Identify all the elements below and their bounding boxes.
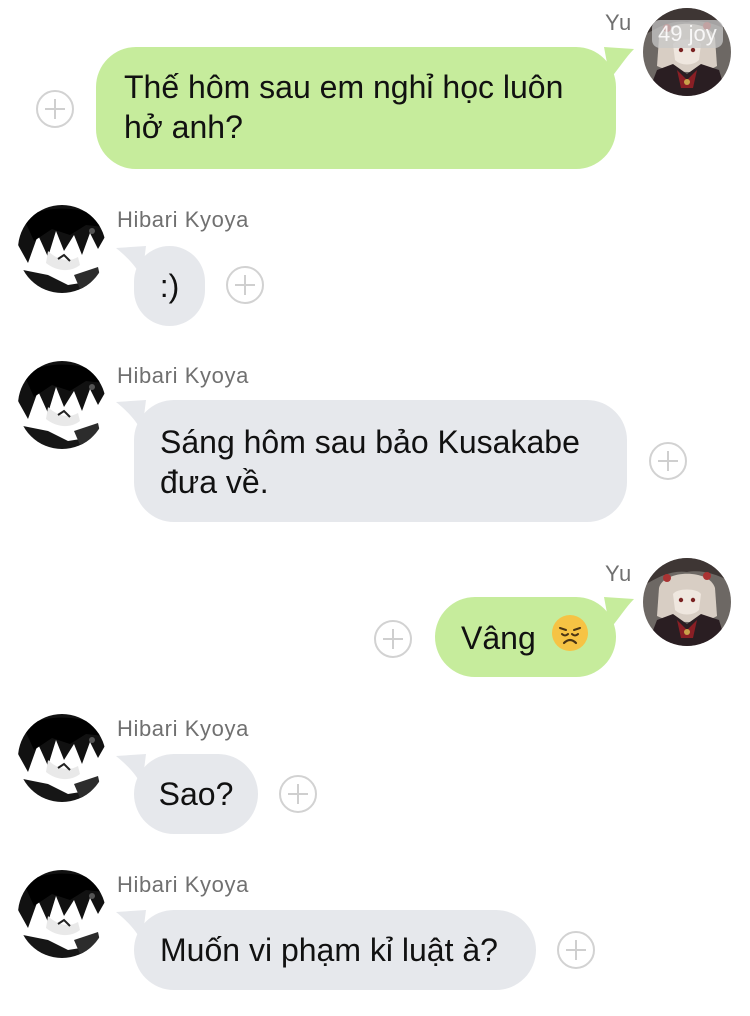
message-bubble[interactable]: :) [134, 246, 205, 326]
plus-circle-icon[interactable] [226, 266, 264, 304]
message-bubble[interactable]: Sao? [134, 754, 258, 834]
message-text: Muốn vi phạm kỉ luật à? [160, 932, 498, 968]
sender-name: Hibari Kyoya [117, 363, 249, 388]
avatar-hibari-kyoya[interactable] [18, 870, 106, 958]
sender-name: Hibari Kyoya [117, 207, 249, 232]
message-text: :) [159, 268, 180, 304]
avatar-hibari-kyoya[interactable] [18, 714, 106, 802]
message-text: Sao? [158, 776, 234, 812]
sender-name: Yu [605, 561, 632, 586]
message-bubble[interactable]: Vâng [435, 597, 616, 677]
bubble-tail [604, 597, 634, 629]
message-bubble[interactable]: Thế hôm sau em nghỉ học luôn hở anh? [96, 47, 616, 169]
plus-circle-icon[interactable] [279, 775, 317, 813]
sender-name: Yu [605, 10, 632, 35]
bubble-tail [604, 47, 634, 79]
sender-name: Hibari Kyoya [117, 716, 249, 741]
sad-face-emoji-icon [551, 614, 589, 661]
plus-circle-icon[interactable] [557, 931, 595, 969]
avatar-yu[interactable] [643, 558, 731, 646]
avatar-hibari-kyoya[interactable] [18, 361, 106, 449]
message-text: Vâng [461, 619, 536, 656]
plus-circle-icon[interactable] [36, 90, 74, 128]
plus-circle-icon[interactable] [374, 620, 412, 658]
plus-circle-icon[interactable] [649, 442, 687, 480]
message-text: Sáng hôm sau bảo Kusakabe đưa về. [160, 424, 580, 500]
sender-name: Hibari Kyoya [117, 872, 249, 897]
message-text: Thế hôm sau em nghỉ học luôn hở anh? [124, 69, 564, 145]
message-bubble[interactable]: Muốn vi phạm kỉ luật à? [134, 910, 536, 990]
reaction-count-badge: 49 joy [652, 20, 723, 48]
message-bubble[interactable]: Sáng hôm sau bảo Kusakabe đưa về. [134, 400, 627, 522]
avatar-hibari-kyoya[interactable] [18, 205, 106, 293]
